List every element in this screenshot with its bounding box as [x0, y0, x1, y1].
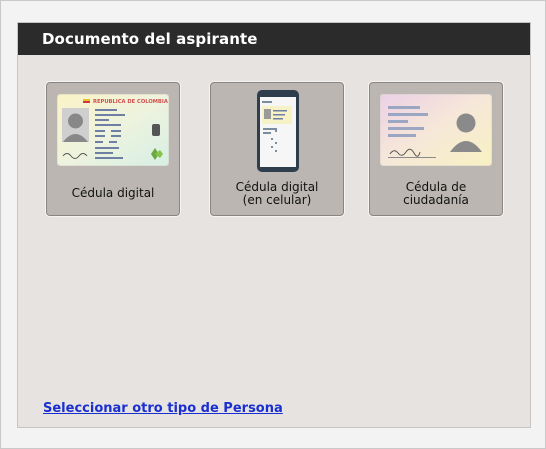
option-cedula-digital[interactable]: REPUBLICA DE COLOMBIA Cédula digital	[46, 82, 180, 216]
option-cedula-digital-celular[interactable]: Cédula digital (en celular)	[210, 82, 344, 216]
option-cedula-ciudadania[interactable]: Cédula de ciudadanía	[369, 82, 503, 216]
digital-id-card-icon: REPUBLICA DE COLOMBIA	[57, 94, 169, 166]
panel-title: Documento del aspirante	[18, 23, 530, 55]
card-header-text: REPUBLICA DE COLOMBIA	[93, 99, 168, 105]
select-other-person-type-link[interactable]: Seleccionar otro tipo de Persona	[43, 401, 283, 416]
phone-digital-id-icon	[257, 90, 299, 172]
option-label-line2: ciudadanía	[403, 193, 469, 207]
document-panel: Documento del aspirante REPUBLICA DE COL…	[17, 22, 531, 428]
page-frame: Documento del aspirante REPUBLICA DE COL…	[0, 0, 546, 449]
citizenship-id-card-icon	[380, 94, 492, 166]
option-label-line2: (en celular)	[242, 193, 312, 207]
option-label: Cédula digital	[71, 186, 155, 200]
